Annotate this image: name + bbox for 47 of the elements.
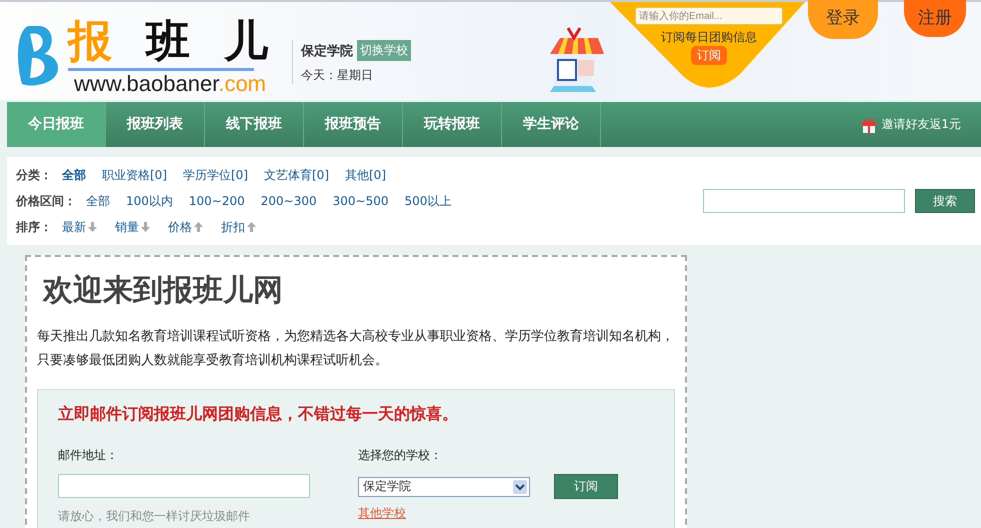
filter-option[interactable]: 全部 [62, 166, 86, 184]
logo-character: 儿 [224, 16, 268, 68]
welcome-text: 每天推出几款知名教育培训课程试听资格，为您精选各大高校专业从事职业资格、学历学位教育培训知名机构，只要凑够最低团购人数就能享受教育培训机构课程试听机会。 [37, 328, 675, 370]
auth-link[interactable]: 注册 [904, 0, 966, 37]
search-field[interactable] [703, 189, 905, 213]
sort-option[interactable]: 折扣 [221, 218, 245, 236]
nav-tab[interactable]: 学生评论 [502, 102, 601, 147]
filter-option[interactable]: 其他[0] [345, 166, 386, 184]
filter-option[interactable]: 全部 [86, 192, 110, 210]
sort-option[interactable]: 价格 [168, 218, 192, 236]
sort-option[interactable]: 最新 [62, 218, 86, 236]
filter-option[interactable]: 学历学位[0] [183, 166, 248, 184]
nav-tab[interactable]: 线下报班 [205, 102, 304, 147]
today-text: 今天：星期日 [301, 67, 374, 84]
sort-label: 排序： [16, 218, 52, 236]
subscribe-submit-button[interactable]: 订阅 [554, 474, 618, 499]
nav-tab[interactable]: 玩转报班 [403, 102, 502, 147]
email-label: 邮件地址： [58, 447, 119, 464]
invite-link[interactable]: 邀请好友返1元 [881, 116, 961, 133]
email-field[interactable]: 请输入你的Email... [635, 7, 783, 25]
search-button[interactable]: 搜索 [915, 189, 975, 213]
logo-url: www.baobaner.com [74, 71, 268, 97]
nav-tab[interactable]: 报班列表 [106, 102, 205, 147]
filter-option[interactable]: 100~200 [188, 194, 245, 208]
gift-icon [861, 116, 878, 132]
school-name: 保定学院 [301, 42, 353, 60]
nav-tab[interactable]: 报班预告 [304, 102, 403, 147]
filter-option[interactable]: 100以内 [126, 192, 173, 210]
logo-character: 报 [68, 16, 112, 68]
auth-link[interactable]: 登录 [808, 0, 878, 39]
filter-option[interactable]: 职业资格[0] [102, 166, 167, 184]
school-select[interactable]: 保定学院 [358, 476, 530, 496]
filter-option[interactable]: 500以上 [404, 192, 452, 210]
logo-character: 班 [146, 16, 190, 68]
school-label: 选择您的学校： [358, 447, 443, 464]
email-hint: 请放心，我们和您一样讨厌垃圾邮件 [58, 508, 251, 525]
filter-option[interactable]: 文艺体育[0] [264, 166, 329, 184]
email-address-field[interactable] [58, 474, 310, 498]
sort-option[interactable]: 销量 [115, 218, 139, 236]
subscribe-heading: 立即邮件订阅报班儿网团购信息，不错过每一天的惊喜。 [58, 404, 459, 425]
subscribe-caption: 订阅每日团购信息 [661, 29, 757, 46]
filter-label: 分类： [16, 166, 52, 184]
filter-option[interactable]: 200~300 [260, 194, 317, 208]
welcome-title: 欢迎来到报班儿网 [43, 273, 284, 309]
chevron-down-icon [513, 480, 527, 494]
filter-option[interactable]: 300~500 [332, 194, 389, 208]
filter-label: 价格区间： [16, 192, 76, 210]
